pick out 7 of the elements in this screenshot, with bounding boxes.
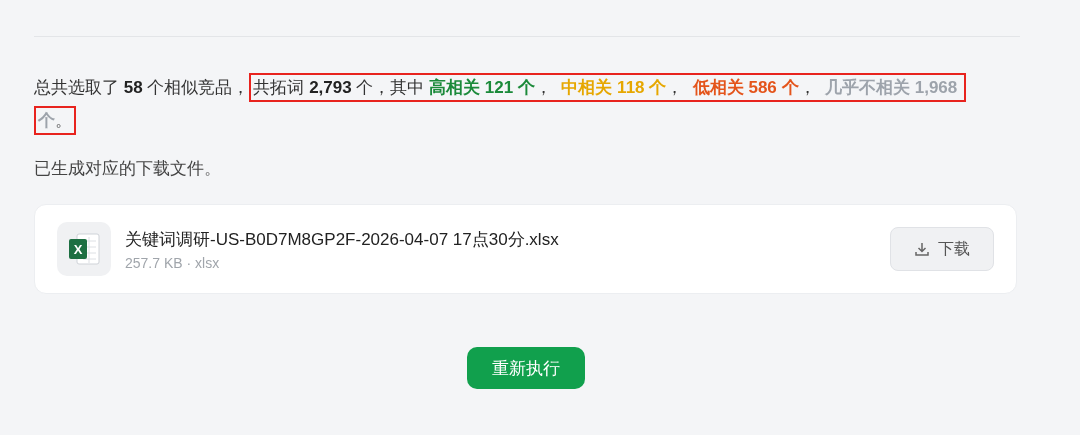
download-button[interactable]: 下载 <box>890 227 994 271</box>
summary-text: 总共选取了 58 个相似竞品， 共拓词 2,793 个，其中 高相关 121 个， 中相关 118 个， 低相关 586 个， 几乎不相关 1,968 个。 <box>34 71 964 137</box>
file-meta: 257.7 KB · xlsx <box>125 254 221 271</box>
spreadsheet-icon: X <box>57 222 111 276</box>
download-icon <box>914 241 930 257</box>
file-name: 关键词调研-US-B0D7M8GP2F-2026-04-07 17点30分.xlsx <box>125 228 560 251</box>
status-text: 已生成对应的下载文件。 <box>34 158 222 180</box>
